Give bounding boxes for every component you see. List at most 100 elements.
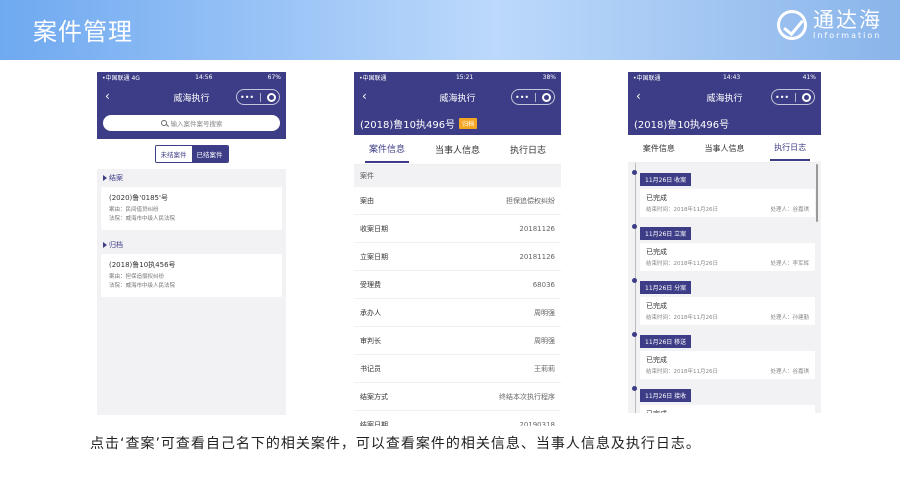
- more-dots-icon[interactable]: •••: [775, 93, 789, 102]
- case-reason: 案由：担保追偿权纠纷: [109, 274, 165, 280]
- brand-name: 通达海: [813, 8, 882, 32]
- back-chevron-icon[interactable]: ‹: [636, 89, 641, 103]
- info-row: 受理费 68036: [354, 271, 561, 299]
- slide-header: 案件管理 通达海 Information: [0, 0, 900, 60]
- detail-tabs: 案件信息 当事人信息 执行日志: [354, 135, 561, 165]
- more-dots-icon[interactable]: •••: [515, 93, 529, 102]
- case-number: (2018)鲁10执456号: [109, 261, 176, 269]
- search-placeholder: 输入案件案号搜索: [170, 120, 223, 128]
- timeline-card[interactable]: 已完成结束时间：2018年11月26日处理人：孙建勤: [640, 405, 815, 413]
- tab-execution-log[interactable]: 执行日志: [506, 137, 550, 162]
- case-court: 法院：威海市中级人民法院: [109, 283, 176, 289]
- timeline-item: 11月26日 立案已完成 结束时间：2018年11月26日 处理人：李军辉: [632, 221, 815, 271]
- timeline-status: 已完成: [646, 356, 667, 364]
- battery-text: 41%: [802, 74, 816, 81]
- group-header-archived[interactable]: 归档: [97, 236, 286, 254]
- nav-bar: ‹ 威海执行 •••: [97, 83, 286, 111]
- info-value: 20181126: [519, 224, 555, 233]
- tab-execution-log[interactable]: 执行日志: [770, 136, 811, 161]
- status-time: 14:56: [195, 74, 213, 81]
- nav-bar: ‹ 威海执行 •••: [354, 83, 561, 111]
- timeline-status: 已完成: [646, 194, 667, 202]
- tab-case-info[interactable]: 案件信息: [364, 136, 409, 163]
- info-value: 68036: [532, 280, 555, 289]
- search-input[interactable]: 输入案件案号搜索: [103, 115, 280, 131]
- brand-subtitle: Information: [813, 31, 882, 40]
- tab-party-info[interactable]: 当事人信息: [700, 137, 748, 160]
- info-value: 20181126: [519, 252, 555, 261]
- info-value: 担保追偿权纠纷: [506, 196, 555, 205]
- miniapp-capsule[interactable]: •••: [511, 89, 555, 105]
- close-circle-icon[interactable]: [267, 92, 276, 102]
- info-label: 承办人: [360, 308, 381, 317]
- info-row: 案由 担保追偿权纠纷: [354, 187, 561, 215]
- more-dots-icon[interactable]: •••: [240, 93, 254, 102]
- info-label: 立案日期: [360, 252, 388, 261]
- close-circle-icon[interactable]: [542, 92, 551, 102]
- info-row: 收案日期 20181126: [354, 215, 561, 243]
- timeline-line: [635, 163, 636, 413]
- info-label: 案由: [360, 196, 374, 205]
- timeline-date-tag: 11月26日 移送: [640, 335, 692, 348]
- scrollbar[interactable]: [816, 164, 818, 222]
- nav-bar: ‹ 威海执行 •••: [628, 83, 821, 111]
- timeline-item: 11月26日 移送已完成结束时间：2018年11月26日 处理人：谷嘉琪: [632, 329, 815, 379]
- info-label: 结案日期: [360, 420, 388, 427]
- info-label: 审判长: [360, 336, 381, 345]
- case-court: 法院：威海市中级人民法院: [109, 216, 176, 222]
- case-card[interactable]: (2018)鲁10执456号 案由：担保追偿权纠纷 法院：威海市中级人民法院: [101, 254, 282, 297]
- tab-party-info[interactable]: 当事人信息: [431, 137, 484, 162]
- toggle-closed-cases[interactable]: 已结案件: [191, 146, 228, 162]
- phone-screenshot-execution-log: •中国联通 14:43 41% ‹ 威海执行 ••• (2018)鲁10执496…: [628, 72, 821, 413]
- close-circle-icon[interactable]: [802, 92, 811, 102]
- tab-case-info[interactable]: 案件信息: [639, 137, 679, 160]
- timeline-end-time: 结束时间：2018年11月26日: [646, 369, 718, 375]
- case-title: (2018)鲁10执496号: [360, 119, 456, 131]
- timeline-handler: 处理人：谷嘉琪: [770, 369, 809, 375]
- timeline-card[interactable]: 已完成 结束时间：2018年11月26日 处理人：李军辉: [640, 243, 815, 271]
- brand-logo: 通达海 Information: [777, 9, 882, 41]
- back-chevron-icon[interactable]: ‹: [105, 89, 110, 103]
- info-label: 受理费: [360, 280, 381, 289]
- timeline-item: 11月26日 分案 已完成 结束时间：2018年11月26日 处理人：孙建勤: [632, 275, 815, 325]
- timeline-dot-icon: [632, 170, 637, 175]
- nav-title: 威海执行: [439, 93, 476, 104]
- execution-timeline: 11月26日 收案 已完成 结束时间：2018年11月26日 处理人：谷嘉琪 11月26…: [628, 163, 821, 413]
- case-card[interactable]: (2020)鲁'0185'号 案由：民间借贷纠纷 法院：威海市中级人民法院: [101, 187, 282, 230]
- miniapp-capsule[interactable]: •••: [771, 89, 815, 105]
- miniapp-capsule[interactable]: •••: [236, 89, 280, 105]
- slide-title: 案件管理: [33, 18, 133, 46]
- case-number: (2020)鲁'0185'号: [109, 194, 168, 202]
- case-title-bar: (2018)鲁10执496号: [628, 111, 821, 135]
- info-label: 收案日期: [360, 224, 388, 233]
- timeline-item: 11月26日 接收已完成结束时间：2018年11月26日处理人：孙建勤: [632, 383, 815, 413]
- info-row: 书记员 王莉莉: [354, 355, 561, 383]
- info-value: 终结本次执行程序: [499, 392, 555, 401]
- info-row: 立案日期 20181126: [354, 243, 561, 271]
- timeline-end-time: 结束时间：2018年11月26日: [646, 207, 718, 213]
- timeline-date-tag: 11月26日 立案: [640, 227, 692, 240]
- carrier-text: •中国联通: [633, 75, 661, 82]
- status-bar: •中国联通 14:43 41%: [628, 72, 821, 83]
- phone-screenshot-case-info: •中国联通 15:21 38% ‹ 威海执行 ••• (2018)鲁10执496…: [354, 72, 561, 426]
- nav-title: 威海执行: [706, 93, 743, 104]
- search-icon: [160, 120, 167, 126]
- back-chevron-icon[interactable]: ‹: [362, 89, 367, 103]
- group-header-closed[interactable]: 结案: [97, 169, 286, 187]
- timeline-card[interactable]: 已完成结束时间：2018年11月26日处理人：孙建勤: [640, 297, 815, 325]
- battery-text: 38%: [542, 74, 556, 81]
- timeline-card[interactable]: 已完成结束时间：2018年11月26日 处理人：谷嘉琪: [640, 351, 815, 379]
- timeline-status: 已完成: [646, 248, 667, 256]
- case-title: (2018)鲁10执496号: [634, 119, 730, 131]
- timeline-card[interactable]: 已完成结束时间：2018年11月26日 处理人：谷嘉琪: [640, 189, 815, 217]
- status-badge: 归档: [459, 117, 478, 129]
- timeline-handler: 处理人：谷嘉琪: [770, 207, 809, 213]
- timeline-dot-icon: [632, 332, 637, 337]
- info-value: 王莉莉: [534, 364, 555, 373]
- info-label: 书记员: [360, 364, 381, 373]
- carrier-text: •中国联通 4G: [102, 75, 140, 82]
- info-value: 20190318: [519, 420, 555, 427]
- battery-text: 67%: [267, 74, 281, 81]
- toggle-unclosed-cases[interactable]: 未结案件: [155, 146, 192, 162]
- timeline-handler: 处理人：孙建勤: [770, 315, 809, 321]
